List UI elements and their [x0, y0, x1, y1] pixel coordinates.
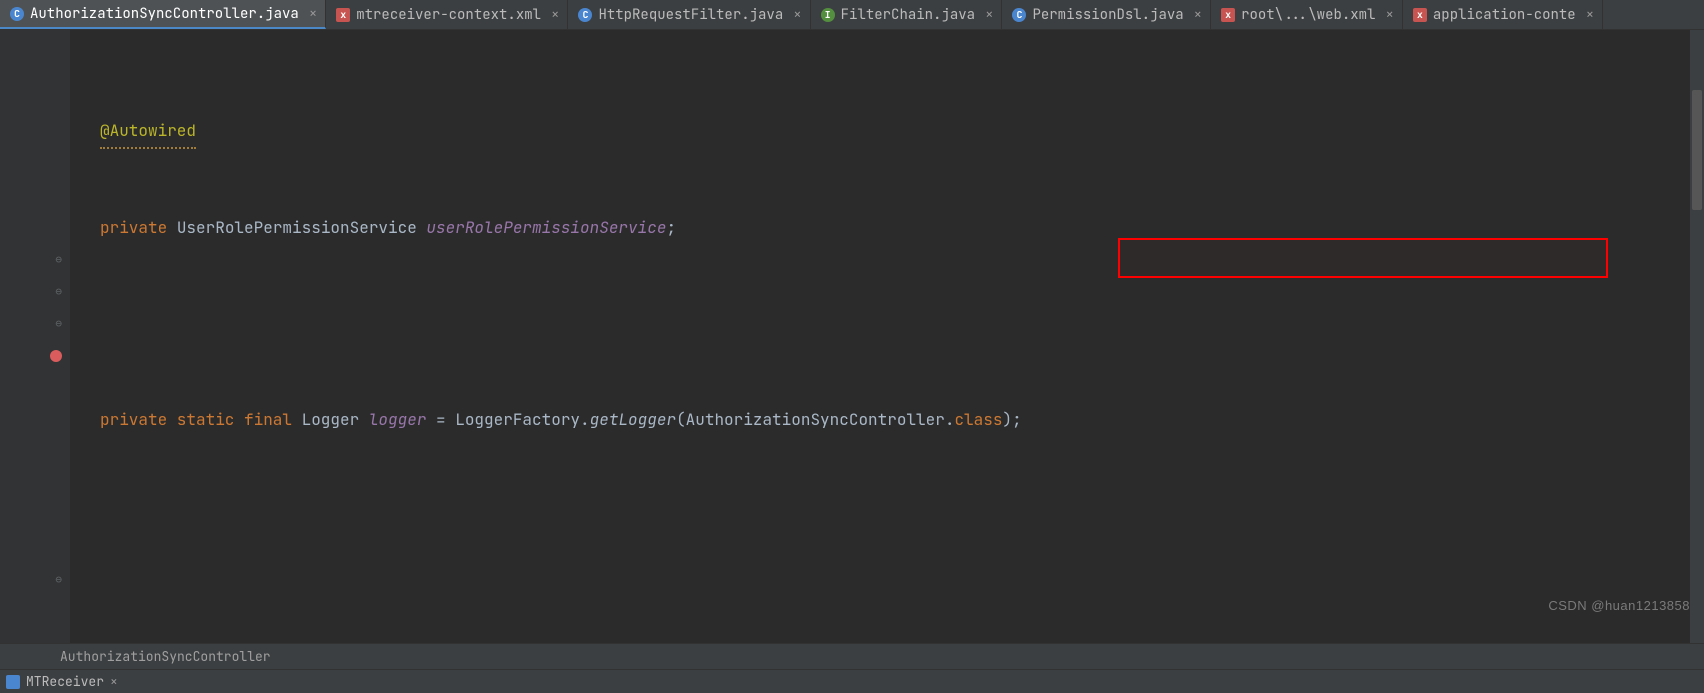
tab-label: root\...\web.xml: [1241, 6, 1375, 24]
scroll-thumb[interactable]: [1692, 90, 1702, 210]
close-icon[interactable]: ×: [1190, 6, 1202, 24]
highlight-box: [1118, 238, 1608, 278]
fold-icon[interactable]: ⊖: [55, 317, 62, 331]
code-area[interactable]: @Autowired private UserRolePermissionSer…: [70, 30, 1690, 643]
tab-label: FilterChain.java: [841, 6, 975, 24]
fold-icon[interactable]: ⊖: [55, 285, 62, 299]
editor-tab[interactable]: C AuthorizationSyncController.java ×: [0, 0, 326, 29]
editor-tab[interactable]: I FilterChain.java ×: [811, 0, 1003, 29]
editor-tab[interactable]: C PermissionDsl.java ×: [1002, 0, 1211, 29]
tab-label: mtreceiver-context.xml: [356, 6, 541, 24]
editor-tabs: CAuthorizationSyncController.java×xmtrec…: [0, 0, 1704, 30]
breadcrumb-item[interactable]: AuthorizationSyncController: [60, 648, 271, 665]
editor-tab[interactable]: x mtreceiver-context.xml ×: [326, 0, 568, 29]
file-type-icon: x: [1221, 8, 1235, 22]
breakpoint-icon[interactable]: [50, 350, 62, 362]
close-icon[interactable]: ×: [110, 673, 118, 690]
file-type-icon: I: [821, 8, 835, 22]
close-icon[interactable]: ×: [981, 6, 993, 24]
vertical-scrollbar[interactable]: [1690, 30, 1704, 643]
file-type-icon: x: [1413, 8, 1427, 22]
close-icon[interactable]: ×: [1381, 6, 1393, 24]
close-icon[interactable]: ×: [1582, 6, 1594, 24]
file-type-icon: C: [1012, 8, 1026, 22]
fold-icon[interactable]: ⊖: [55, 573, 62, 587]
close-icon[interactable]: ×: [789, 6, 801, 24]
close-icon[interactable]: ×: [547, 6, 559, 24]
fold-icon[interactable]: ⊖: [55, 253, 62, 267]
tab-label: HttpRequestFilter.java: [598, 6, 783, 24]
breadcrumb-bar[interactable]: AuthorizationSyncController: [0, 643, 1704, 669]
tab-label: application-conte: [1433, 6, 1576, 24]
tool-window-tab[interactable]: MTReceiver: [26, 673, 104, 690]
file-type-icon: x: [336, 8, 350, 22]
file-type-icon: C: [578, 8, 592, 22]
editor-tab[interactable]: x root\...\web.xml ×: [1211, 0, 1403, 29]
tool-window-bar: MTReceiver ×: [0, 669, 1704, 693]
module-icon: [6, 675, 20, 689]
annotation: @Autowired: [100, 115, 196, 149]
close-icon[interactable]: ×: [305, 5, 317, 23]
editor-tab[interactable]: C HttpRequestFilter.java ×: [568, 0, 810, 29]
tab-label: PermissionDsl.java: [1032, 6, 1183, 24]
tab-label: AuthorizationSyncController.java: [30, 5, 299, 23]
file-type-icon: C: [10, 7, 24, 21]
code-editor[interactable]: ⊖ ⊖ ⊖ ⊖ @Autowired private UserRolePermi…: [0, 30, 1704, 643]
gutter: ⊖ ⊖ ⊖ ⊖: [0, 30, 70, 643]
editor-tab[interactable]: x application-conte ×: [1403, 0, 1603, 29]
